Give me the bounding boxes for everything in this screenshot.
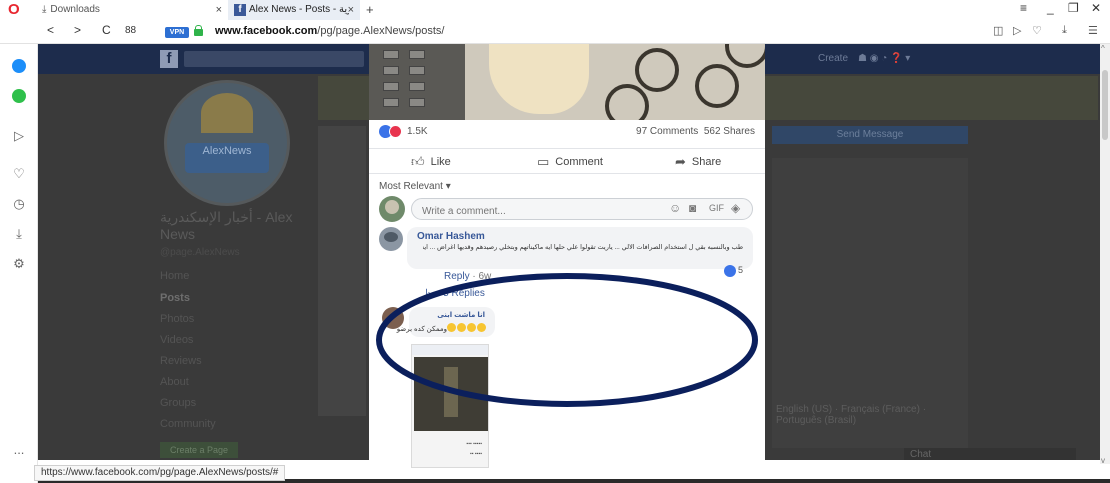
address-bar: < > C 88 VPN www.facebook.com/pg/page.Al… — [0, 20, 1110, 44]
page-name: أخبار الإسكندرية - Alex News — [160, 209, 293, 242]
back-icon[interactable]: < — [47, 23, 54, 37]
chevron-down-icon: ▾ — [445, 181, 451, 192]
commenter-avatar[interactable] — [379, 227, 403, 251]
flow-icon[interactable]: ▷ — [1013, 24, 1021, 37]
tab-bar: O ⤓ Downloads × f Alex News - Posts - أخ… — [0, 0, 1110, 20]
page-nav-photos: Photos — [160, 313, 195, 325]
page-nav-groups: Groups — [160, 397, 197, 409]
share-button[interactable]: ➦ Share — [675, 154, 721, 170]
opera-menu-icon[interactable]: O — [8, 2, 24, 18]
post-card-backdrop — [318, 126, 366, 416]
camera-icon[interactable]: ◙ — [689, 201, 696, 215]
emoji-icon[interactable]: ☺ — [669, 201, 681, 215]
send-message-button: Send Message — [772, 126, 968, 144]
close-window-icon[interactable]: ✕ — [1091, 1, 1101, 15]
user-avatar[interactable] — [379, 196, 405, 222]
easy-setup-icon[interactable]: ☰ — [1088, 24, 1098, 37]
comment-label: Comment — [555, 156, 603, 168]
page-nav-about: About — [160, 376, 189, 388]
tab-label: Alex News - Posts - أخبار الإسكندرية — [249, 4, 349, 15]
restore-icon[interactable]: ❐ — [1068, 1, 1079, 15]
page-nav-videos: Videos — [160, 334, 194, 346]
comment-icon: ▭ — [537, 154, 550, 169]
post-actions: 👍︎ Like ▭ Comment ➦ Share — [369, 148, 765, 174]
camera-icon[interactable]: ◫ — [993, 24, 1003, 37]
page-profile-picture: AlexNews — [164, 80, 290, 206]
scroll-up-icon[interactable]: ^ — [1101, 44, 1105, 53]
forward-icon[interactable]: > — [74, 23, 81, 37]
download-icon[interactable]: ⤓ — [1062, 24, 1067, 37]
facebook-search-input — [184, 51, 364, 67]
create-page-button: Create a Page — [160, 442, 238, 458]
facebook-icon: f — [234, 4, 246, 16]
heart-icon[interactable]: ♡ — [1032, 24, 1042, 37]
gif-icon[interactable]: GIF — [709, 203, 724, 213]
post-photo[interactable] — [369, 44, 765, 120]
screenshot-caption: ▪▪▪▪ ▪▪ — [469, 451, 482, 457]
reload-icon[interactable]: C — [102, 23, 111, 37]
sort-label: Most Relevant — [379, 181, 443, 192]
page-nav-community: Community — [160, 418, 216, 430]
screenshot-caption: ▪▪▪▪▪ ▪▪▪ — [466, 441, 482, 447]
annotation-ellipse — [376, 273, 758, 407]
love-reaction-icon[interactable] — [389, 125, 402, 138]
tab-menu-icon[interactable]: ≡ — [1020, 1, 1027, 15]
url-field[interactable]: www.facebook.com/pg/page.AlexNews/posts/ — [215, 25, 444, 37]
language-list: English (US) · Français (France) · Portu… — [776, 404, 927, 426]
lock-icon[interactable] — [194, 25, 203, 36]
settings-icon[interactable]: ⚙ — [9, 254, 29, 274]
comment-author[interactable]: Omar Hashem — [417, 231, 485, 242]
scroll-down-icon[interactable]: v — [1101, 456, 1105, 465]
tab-alex-news[interactable]: f Alex News - Posts - أخبار الإسكندرية × — [228, 0, 360, 20]
more-icon[interactable]: ... — [9, 440, 29, 460]
download-icon[interactable]: ⤓ — [9, 224, 29, 244]
like-label: Like — [430, 156, 451, 168]
share-icon: ➦ — [675, 154, 686, 169]
flow-icon[interactable]: ▷ — [9, 126, 29, 146]
vpn-badge[interactable]: VPN — [165, 27, 189, 38]
comments-count[interactable]: 97 Comments — [636, 126, 698, 137]
heart-icon[interactable]: ♡ — [9, 164, 29, 184]
page-nav-reviews: Reviews — [160, 355, 202, 367]
speed-dial-icon[interactable]: 88 — [125, 25, 136, 36]
sticker-icon[interactable]: ◈ — [731, 201, 740, 215]
page-nav-posts: Posts — [160, 292, 190, 304]
page-handle: @page.AlexNews — [160, 247, 240, 258]
new-tab-button[interactable]: + — [366, 0, 374, 20]
history-icon[interactable]: ◷ — [9, 194, 29, 214]
status-url: https://www.facebook.com/pg/page.AlexNew… — [34, 465, 286, 481]
tab-downloads[interactable]: ⤓ Downloads × — [36, 0, 228, 20]
shares-count[interactable]: 562 Shares — [704, 126, 755, 137]
page-nav-home: Home — [160, 270, 190, 282]
tab-close-button[interactable]: × — [216, 0, 222, 20]
photo-elevator-door — [369, 44, 465, 120]
download-icon: ⤓ — [42, 4, 47, 15]
page-logo-text: AlexNews — [185, 143, 269, 173]
reaction-count[interactable]: 1.5K — [407, 126, 428, 137]
facebook-logo-icon: f — [160, 50, 178, 68]
reaction-summary: 1.5K 97 Comments 562 Shares — [379, 124, 755, 140]
comment-button[interactable]: ▭ Comment — [537, 154, 603, 170]
chat-bar: Chat — [904, 448, 1076, 460]
whatsapp-icon[interactable] — [9, 86, 29, 106]
like-button[interactable]: 👍︎ Like — [411, 154, 451, 170]
tab-label: Downloads — [50, 4, 100, 15]
share-label: Share — [691, 156, 722, 168]
comment-bubble: Omar Hashem طب وبالنسبه بقي ل استخدام ال… — [407, 227, 753, 269]
write-comment-input[interactable] — [411, 198, 753, 220]
opera-sidebar: ▷ ♡ ◷ ⤓ ⚙ ... — [0, 44, 38, 483]
friends-icon: ☗ ◉ ◔ ❓ ▾ — [858, 53, 911, 64]
scrollbar-thumb[interactable] — [1102, 70, 1108, 140]
create-link: Create — [818, 53, 849, 64]
thumbs-up-icon: 👍︎ — [411, 154, 425, 169]
tab-close-button[interactable]: × — [348, 0, 354, 20]
comment-share-stats: 97 Comments 562 Shares — [636, 126, 755, 137]
sort-dropdown[interactable]: Most Relevant ▾ — [379, 181, 451, 192]
messenger-icon[interactable] — [9, 56, 29, 76]
comment-text: طب وبالنسبه بقي ل استخدام الصرافات الالي… — [423, 244, 743, 251]
minimize-icon[interactable]: _ — [1047, 1, 1054, 15]
